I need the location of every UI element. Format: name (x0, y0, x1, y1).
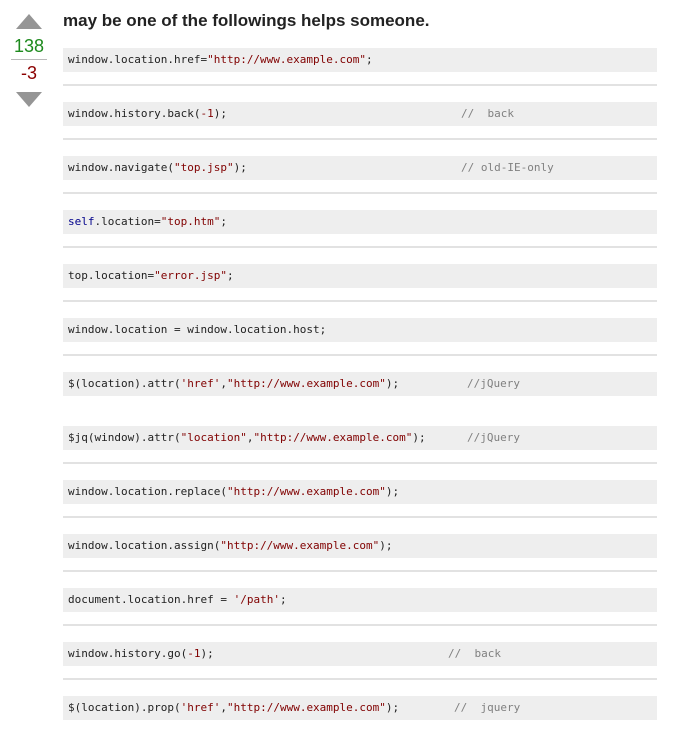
code-text: window.location.href= (68, 53, 208, 66)
code-number: -1 (200, 107, 214, 120)
horizontal-rule (63, 354, 657, 356)
code-text: window.location.replace( (68, 485, 227, 498)
code-text: , (220, 701, 227, 714)
answer-body: may be one of the followings helps someo… (63, 0, 657, 720)
code-text: window.location = window.location.host; (68, 323, 327, 336)
code-snippet: document.location.href = '/path'; (63, 588, 657, 612)
code-string: 'href' (180, 701, 221, 714)
horizontal-rule (63, 516, 657, 518)
horizontal-rule (63, 462, 657, 464)
code-string: "http://www.example.com" (253, 431, 413, 444)
horizontal-rule (63, 138, 657, 140)
horizontal-rule (63, 678, 657, 680)
score-divider (11, 59, 47, 60)
code-text: ; (220, 215, 227, 228)
code-text: ); (213, 107, 227, 120)
code-text: $(location).attr( (68, 377, 181, 390)
code-text: window.history.go( (68, 647, 188, 660)
code-number: -1 (187, 647, 201, 660)
code-text: ); (385, 701, 400, 714)
code-keyword: self (68, 215, 95, 228)
code-snippet: window.navigate("top.jsp"); // old-IE-onl… (63, 156, 657, 180)
code-snippet: window.location.assign("http://www.examp… (63, 534, 657, 558)
code-text: ); (385, 485, 400, 498)
code-comment: // old-IE-only (461, 161, 554, 174)
horizontal-rule (63, 192, 657, 194)
code-snippet: window.location.replace("http://www.exam… (63, 480, 657, 504)
code-comment: // back (461, 107, 514, 120)
horizontal-rule (63, 570, 657, 572)
code-comment: //jQuery (467, 431, 520, 444)
code-string: "http://www.example.com" (226, 485, 386, 498)
code-text: $jq(window).attr( (68, 431, 181, 444)
code-snippet: $(location).attr('href',"http://www.exam… (63, 372, 657, 396)
code-text: ; (226, 269, 234, 282)
code-text: ); (385, 377, 400, 390)
code-snippet: window.location = window.location.host; (63, 318, 657, 342)
vote-widget: 138 -3 (10, 10, 48, 107)
code-snippet: window.location.href="http://www.example… (63, 48, 657, 72)
answer-heading: may be one of the followings helps someo… (63, 11, 430, 30)
upvote-arrow-icon[interactable] (16, 14, 42, 29)
code-comment: // jquery (454, 701, 521, 714)
downvote-count: -3 (20, 63, 37, 83)
code-string: "location" (180, 431, 247, 444)
code-string: "http://www.example.com" (226, 377, 386, 390)
code-text: $(location).prop( (68, 701, 181, 714)
code-text: document.location.href = (68, 593, 234, 606)
code-text: , (220, 377, 227, 390)
code-text: top.location= (68, 269, 155, 282)
horizontal-rule (63, 84, 657, 86)
code-text: ); (233, 161, 247, 174)
code-text: window.navigate( (68, 161, 174, 174)
code-comment: //jQuery (467, 377, 520, 390)
code-string: "http://www.example.com" (226, 701, 386, 714)
code-text: .location= (94, 215, 161, 228)
code-snippet: self.location="top.htm"; (63, 210, 657, 234)
code-text: ); (379, 539, 393, 552)
downvote-arrow-icon[interactable] (16, 92, 42, 107)
horizontal-rule (63, 624, 657, 626)
code-string: "http://www.example.com" (207, 53, 367, 66)
code-text: window.history.back( (68, 107, 201, 120)
code-text: ; (366, 53, 373, 66)
code-string: 'href' (180, 377, 221, 390)
code-snippet-list: window.location.href="http://www.example… (63, 48, 657, 720)
code-text: ; (279, 593, 287, 606)
horizontal-rule (63, 300, 657, 302)
code-text: ); (412, 431, 426, 444)
code-snippet: top.location="error.jsp"; (63, 264, 657, 288)
horizontal-rule (63, 246, 657, 248)
code-string: "error.jsp" (154, 269, 227, 282)
code-snippet: $jq(window).attr("location","http://www.… (63, 426, 657, 450)
code-snippet: $(location).prop('href',"http://www.exam… (63, 696, 657, 720)
code-comment: // back (448, 647, 501, 660)
code-snippet: window.history.go(-1); // back (63, 642, 657, 666)
code-string: "top.jsp" (173, 161, 234, 174)
upvote-count: 138 (13, 36, 45, 56)
code-string: '/path' (233, 593, 280, 606)
code-text: window.location.assign( (68, 539, 221, 552)
code-string: "top.htm" (160, 215, 221, 228)
code-string: "http://www.example.com" (220, 539, 380, 552)
code-snippet: window.history.back(-1); // back (63, 102, 657, 126)
code-text: ); (200, 647, 214, 660)
